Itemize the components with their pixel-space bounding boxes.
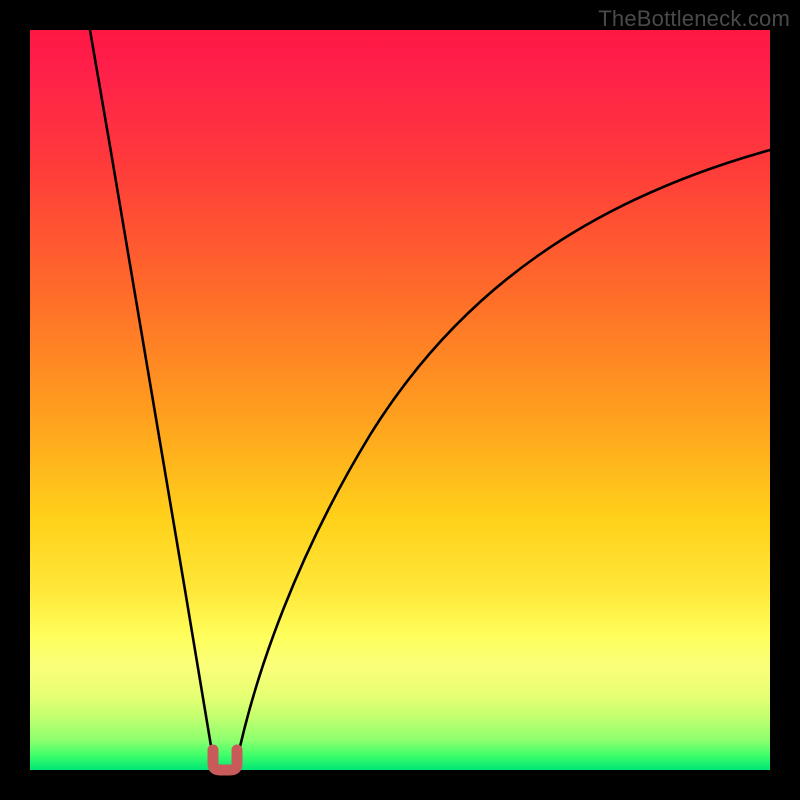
curve-layer bbox=[30, 30, 770, 770]
plot-area bbox=[30, 30, 770, 770]
chart-frame: TheBottleneck.com bbox=[0, 0, 800, 800]
curve-left-branch bbox=[90, 30, 215, 770]
watermark-text: TheBottleneck.com bbox=[598, 6, 790, 32]
curve-right-branch bbox=[235, 150, 770, 770]
minimum-marker bbox=[213, 750, 237, 770]
